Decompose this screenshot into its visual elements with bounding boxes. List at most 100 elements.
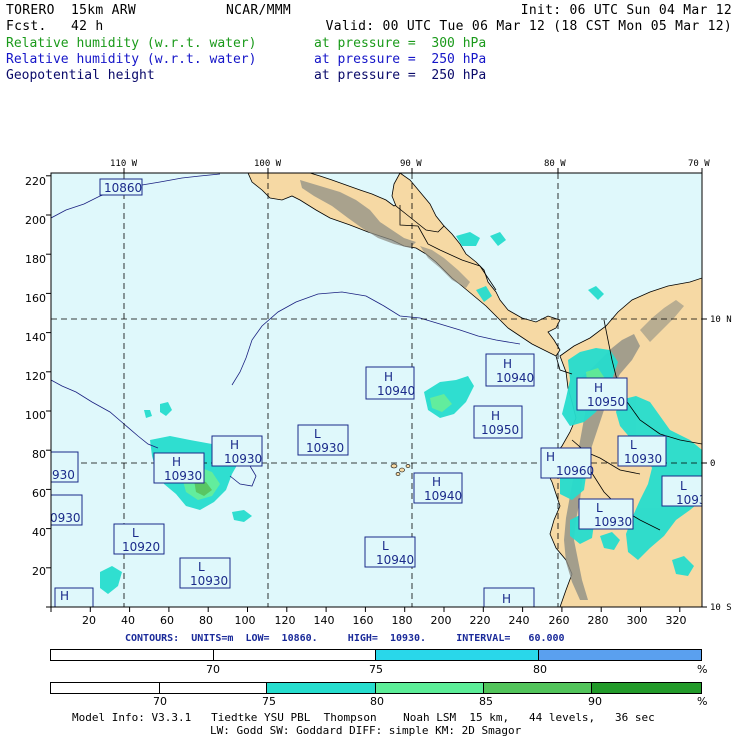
y-tick-label: 20 (32, 565, 46, 578)
hl-kind: L (198, 560, 205, 574)
hl-kind: L (132, 526, 139, 540)
hl-box: L10930 (179, 557, 231, 589)
field-level: at pressure = 250 hPa (314, 52, 487, 67)
hl-kind: H (594, 381, 603, 395)
hl-kind: L (314, 427, 321, 441)
hl-kind: H (230, 438, 239, 452)
hl-value: 10930 (190, 574, 228, 588)
x-tick-labels: 20 40 60 80 100 120 140 160 180 200 220 … (82, 614, 687, 627)
colorbar-segment (214, 650, 376, 660)
x-tick-label: 160 (353, 614, 374, 627)
colorbar-segment (51, 683, 160, 693)
hl-kind: H (503, 357, 512, 371)
hl-value: 10940 (377, 384, 415, 398)
lon-label: 100 W (254, 159, 282, 169)
hl-box: 0930 (51, 494, 83, 526)
hl-box: L10930 (297, 424, 349, 456)
y-tick-label: 160 (25, 292, 46, 305)
colorbar-rh-300 (50, 682, 702, 694)
colorbar-label: 85 (479, 695, 493, 708)
colorbar-label: 80 (370, 695, 384, 708)
hl-box: H10950 (576, 377, 628, 411)
weather-map[interactable]: 10860 H10940 H10940 H10950 H10950 L10930… (0, 150, 740, 630)
lon-label: 110 W (110, 159, 138, 169)
colorbar-label: 80 (533, 663, 547, 676)
colorbar-segment (376, 650, 539, 660)
hl-kind: H (432, 475, 441, 489)
colorbar-segment (376, 683, 484, 693)
model-title: TORERO 15km ARW Fcst. 42 h (6, 3, 136, 35)
hl-box: L10920 (113, 523, 165, 555)
y-tick-label: 140 (25, 331, 46, 344)
hl-value: 930 (52, 468, 75, 482)
hl-kind: L (382, 539, 389, 553)
field-name: Geopotential height (6, 68, 155, 83)
hl-kind: L (630, 438, 637, 452)
init-time: Init: 06 UTC Sun 04 Mar 12 (520, 3, 732, 18)
contours-info: CONTOURS: UNITS=m LOW= 10860. HIGH= 1093… (125, 633, 565, 644)
x-tick-label: 80 (199, 614, 213, 627)
hl-box: H10940 (365, 366, 415, 400)
lat-label: 10 S (710, 603, 732, 613)
valid-time: Valid: 00 UTC Tue 06 Mar 12 (18 CST Mon … (325, 19, 732, 34)
hl-value: 10940 (496, 371, 534, 385)
hl-box: 10860 (99, 178, 143, 196)
x-tick-label: 320 (666, 614, 687, 627)
field-name: Relative humidity (w.r.t. water) (6, 52, 257, 67)
lon-labels: 110 W 100 W 90 W 80 W 70 W (110, 159, 710, 169)
hl-kind: H (502, 592, 511, 606)
colorbar-label: 70 (206, 663, 220, 676)
field-level: at pressure = 300 hPa (314, 36, 487, 51)
x-tick-label: 60 (160, 614, 174, 627)
x-tick-label: 140 (314, 614, 335, 627)
hl-kind: H (384, 370, 393, 384)
hl-box: H10940 (485, 353, 535, 387)
y-tick-label: 80 (32, 448, 46, 461)
lon-label: 90 W (400, 159, 422, 169)
hl-value: 10940 (424, 489, 462, 503)
x-tick-label: 20 (82, 614, 96, 627)
hl-box: H10940 (413, 472, 463, 504)
forecast-hour: Fcst. 42 h (6, 19, 104, 34)
colorbar-segment (267, 683, 377, 693)
hl-kind: L (680, 479, 687, 493)
y-tick-label: 180 (25, 253, 46, 266)
hl-box: H10950 (473, 405, 523, 439)
hl-value: 10960 (556, 464, 594, 478)
hl-value: 10930 (594, 515, 632, 529)
colorbar-label: 70 (153, 695, 167, 708)
x-tick-label: 220 (470, 614, 491, 627)
field-height-250: Geopotential height at pressure = 250 hPa (6, 68, 486, 84)
x-tick-label: 240 (509, 614, 530, 627)
colorbar-unit: % (697, 663, 708, 676)
colorbar-rh-250 (50, 649, 702, 661)
hl-box: L1093 (661, 475, 702, 507)
colorbar-segment (539, 650, 701, 660)
y-tick-label: 200 (25, 214, 46, 227)
y-tick-label: 120 (25, 370, 46, 383)
hl-value: 10930 (624, 452, 662, 466)
contours-units: UNITS=m (191, 633, 234, 644)
field-name: Relative humidity (w.r.t. water) (6, 36, 257, 51)
hl-box: L10930 (578, 498, 634, 530)
model-physics: LW: Godd SW: Goddard DIFF: simple KM: 2D… (210, 724, 522, 737)
hl-box: H (483, 587, 535, 607)
hl-value: 10940 (376, 553, 414, 567)
hl-box: H10930 (153, 452, 205, 484)
x-tick-label: 280 (588, 614, 609, 627)
hl-kind: H (60, 589, 69, 603)
center-name: NCAR/MMM (226, 3, 292, 18)
hl-box: 930 (51, 451, 79, 483)
contours-high: HIGH= 10930. (347, 633, 427, 644)
colorbar-segment (483, 683, 593, 693)
colorbar-segment (51, 650, 214, 660)
contours-label: CONTOURS: (125, 633, 180, 644)
x-tick-label: 180 (392, 614, 413, 627)
hl-value: 10930 (164, 469, 202, 483)
hl-value: 10860 (104, 181, 142, 195)
field-rh-250: Relative humidity (w.r.t. water) at press… (6, 52, 486, 68)
hl-value: 10920 (122, 540, 160, 554)
hl-box: H10960 (540, 447, 594, 479)
contours-low: LOW= 10860. (245, 633, 318, 644)
hl-value: 10930 (306, 441, 344, 455)
